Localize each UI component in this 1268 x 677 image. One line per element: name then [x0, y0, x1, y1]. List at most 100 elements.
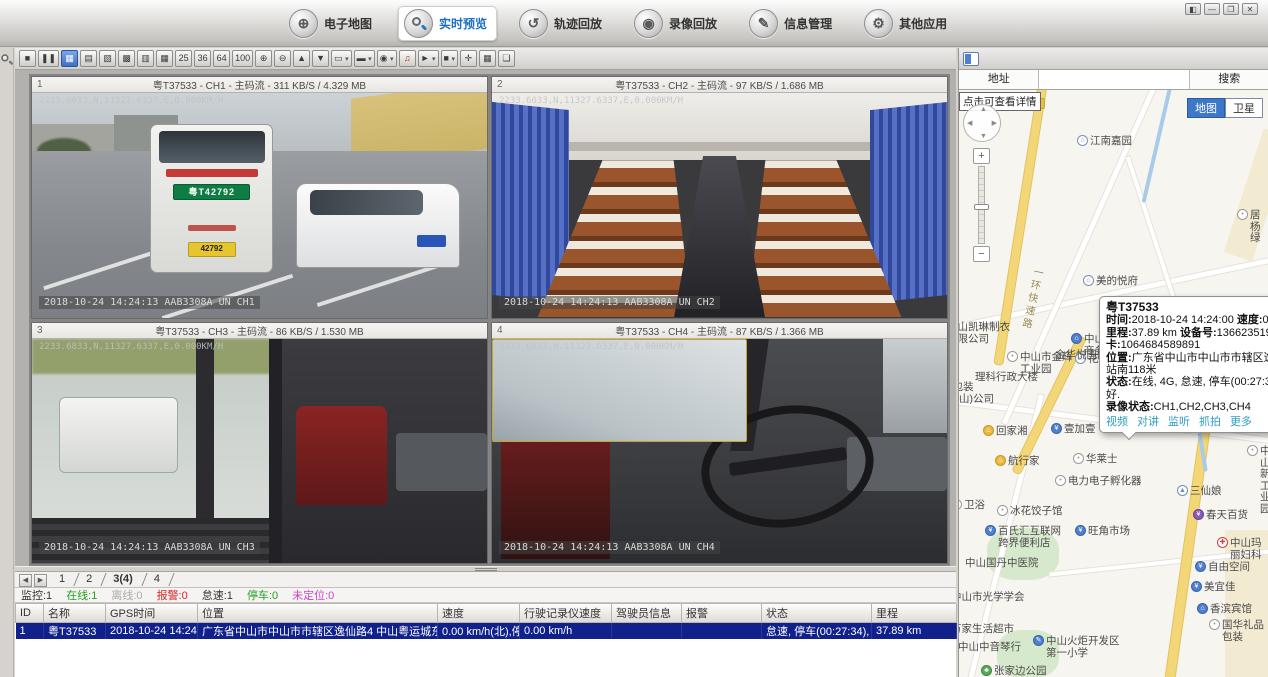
- grid-64-button[interactable]: 64: [213, 50, 230, 67]
- map-poi-label: ¥美宜佳: [1191, 582, 1236, 594]
- page-up-button[interactable]: ▲: [293, 50, 310, 67]
- vehicle-info-popup: 粤T37533 时间:2018-10-24 14:24:00 速度:0.0里程:…: [1099, 296, 1268, 433]
- table-header[interactable]: 驾驶员信息: [612, 604, 682, 623]
- grid-13-button[interactable]: ▥: [137, 50, 154, 67]
- page-tab-3(4)[interactable]: 3(4): [103, 572, 143, 587]
- page-down-button[interactable]: ▼: [312, 50, 329, 67]
- zoom-in-button[interactable]: +: [973, 148, 990, 164]
- popup-link-对讲[interactable]: 对讲: [1137, 416, 1159, 428]
- nav-item-disc[interactable]: ◉录像回放: [628, 6, 727, 41]
- tab-scroll-left-button[interactable]: ◀: [19, 574, 32, 587]
- page-tab-1[interactable]: 1: [49, 572, 75, 587]
- hotel-poi-icon: ⌂: [1071, 333, 1082, 344]
- map-poi-label: ¥春天百货: [1193, 510, 1248, 522]
- pause-all-button[interactable]: ❚❚: [38, 50, 59, 67]
- table-header[interactable]: 报警: [682, 604, 762, 623]
- shop-poi-icon: ¥: [1195, 561, 1206, 572]
- snapshot-button[interactable]: ◉ ▾: [377, 50, 397, 67]
- grid-100-button[interactable]: 100: [232, 50, 253, 67]
- table-header[interactable]: 状态: [762, 604, 872, 623]
- map-poi-label: •居杨绿: [1237, 210, 1268, 245]
- grid-4-button[interactable]: ▦: [61, 50, 78, 67]
- table-cell: 粤T37533: [44, 623, 106, 640]
- ptz-button[interactable]: ✛: [460, 50, 477, 67]
- address-search-input[interactable]: [1039, 70, 1189, 89]
- nav-item-magnifier[interactable]: 实时预览: [398, 6, 497, 41]
- osd-setup-button[interactable]: ▦: [479, 50, 496, 67]
- video-frame[interactable]: 2233.6033,N,11327.6337,E,0.000KM/H 2018-…: [492, 93, 947, 318]
- map-poi-label: ⌂美的悦府: [1083, 276, 1138, 288]
- grid-16-button[interactable]: ▦: [156, 50, 173, 67]
- grid-6-button[interactable]: ▤: [80, 50, 97, 67]
- magnifier-icon: [404, 9, 433, 38]
- zoom-slider-handle[interactable]: [974, 204, 989, 210]
- map-poi-text: 航行家: [1008, 456, 1040, 468]
- search-button[interactable]: 搜索: [1189, 70, 1268, 89]
- zoom-in-button[interactable]: ⊕: [255, 50, 272, 67]
- table-row[interactable]: 1粤T375332018-10-24 14:24:00广东省中山市中山市市辖区逸…: [16, 623, 957, 640]
- popup-link-更多[interactable]: 更多: [1230, 416, 1252, 428]
- page-tab-2[interactable]: 2: [76, 572, 102, 587]
- table-header[interactable]: 名称: [44, 604, 106, 623]
- nav-item-track[interactable]: ↺轨迹回放: [513, 6, 612, 41]
- close-button[interactable]: ✕: [1242, 3, 1258, 15]
- stop-play-button[interactable]: ■ ▾: [441, 50, 458, 67]
- nav-item-map[interactable]: ⊕电子地图: [283, 6, 382, 41]
- zoom-out-button[interactable]: ⊖: [274, 50, 291, 67]
- map-poi-label: ¥壹加壹: [1051, 424, 1096, 436]
- search-icon[interactable]: [1, 54, 11, 64]
- nav-item-gear[interactable]: ⚙其他应用: [858, 6, 957, 41]
- fullscreen-button[interactable]: ❏: [498, 50, 515, 67]
- close-all-button[interactable]: ■: [19, 50, 36, 67]
- video-cell-ch4[interactable]: 4 粤T37533 - CH4 - 主码流 - 87 KB/S / 1.366 …: [491, 322, 948, 565]
- map-pan-control[interactable]: ▲▼ ◀▶: [963, 104, 1001, 142]
- popup-link-视频[interactable]: 视频: [1106, 416, 1128, 428]
- map-poi-text: 美的悦府: [1096, 276, 1138, 288]
- table-header[interactable]: GPS时间: [106, 604, 198, 623]
- grid-25-button[interactable]: 25: [175, 50, 192, 67]
- zoom-out-button[interactable]: −: [973, 246, 990, 262]
- status-count: 监控:1: [21, 587, 52, 603]
- dot-poi-icon: •: [1007, 351, 1018, 362]
- page-tab-4[interactable]: 4: [144, 572, 170, 587]
- video-frame[interactable]: 2233.6833,N,11327.6337,E,0.000KM/H 2018-…: [492, 339, 947, 564]
- video-title-text: 粤T37533 - CH4 - 主码流 - 87 KB/S / 1.366 MB: [615, 323, 823, 338]
- table-header[interactable]: 里程: [872, 604, 957, 623]
- map-panel-toggle-icon[interactable]: [963, 52, 979, 66]
- device-tree-collapsed[interactable]: [0, 48, 14, 677]
- popup-link-抓拍[interactable]: 抓拍: [1199, 416, 1221, 428]
- video-cell-ch3[interactable]: 3 粤T37533 - CH3 - 主码流 - 86 KB/S / 1.530 …: [31, 322, 488, 565]
- audio-button[interactable]: ♫: [399, 50, 416, 67]
- table-header[interactable]: 位置: [198, 604, 438, 623]
- restore-button[interactable]: ❐: [1223, 3, 1239, 15]
- map-poi-text: 中山市光学学会: [959, 592, 1025, 604]
- main-nav: ⊕电子地图实时预览 ↺轨迹回放 ◉录像回放 ✎信息管理 ⚙其他应用: [283, 6, 957, 41]
- tab-scroll-right-button[interactable]: ▶: [34, 574, 47, 587]
- map-poi-label: •电力电子孵化器: [1055, 476, 1142, 488]
- display-mode-button[interactable]: ▬ ▾: [354, 50, 375, 67]
- minimize-button[interactable]: —: [1204, 3, 1220, 15]
- grid-36-button[interactable]: 36: [194, 50, 211, 67]
- address-type-select[interactable]: 地址: [959, 70, 1039, 89]
- video-cell-number: 3: [37, 325, 43, 336]
- video-cell-ch1[interactable]: 1 粤T37533 - CH1 - 主码流 - 311 KB/S / 4.329…: [31, 76, 488, 319]
- play-button[interactable]: ► ▾: [418, 50, 439, 67]
- video-frame[interactable]: 2233.6833,N,11327.6337,E,0.000KM/H 2018-…: [32, 339, 487, 564]
- layer-satellite-button[interactable]: 卫星: [1225, 98, 1263, 118]
- popup-link-监听[interactable]: 监听: [1168, 416, 1190, 428]
- table-header[interactable]: 行驶记录仪速度: [520, 604, 612, 623]
- table-header[interactable]: 速度: [438, 604, 520, 623]
- video-frame[interactable]: 粤T42792 42792 2233.6033,N,11327.6337,E,0…: [32, 93, 487, 318]
- grid-9-button[interactable]: ▩: [118, 50, 135, 67]
- video-cell-ch2[interactable]: 2 粤T37533 - CH2 - 主码流 - 97 KB/S / 1.686 …: [491, 76, 948, 319]
- map-poi-text: C包装 (中山)公司: [959, 382, 994, 405]
- nav-item-info[interactable]: ✎信息管理: [743, 6, 842, 41]
- layer-map-button[interactable]: 地图: [1187, 98, 1225, 118]
- map-canvas[interactable]: 点击可查看详情 S111 地图 卫星 ▲▼ ◀▶ + −: [959, 90, 1268, 677]
- table-header[interactable]: ID: [16, 604, 44, 623]
- stream-select-button[interactable]: ▭ ▾: [331, 50, 352, 67]
- map-panel: 地址 搜索 点: [958, 48, 1268, 677]
- skin-button[interactable]: ◧: [1185, 3, 1201, 15]
- video-title-bar: 1 粤T37533 - CH1 - 主码流 - 311 KB/S / 4.329…: [32, 77, 487, 93]
- grid-8-button[interactable]: ▧: [99, 50, 116, 67]
